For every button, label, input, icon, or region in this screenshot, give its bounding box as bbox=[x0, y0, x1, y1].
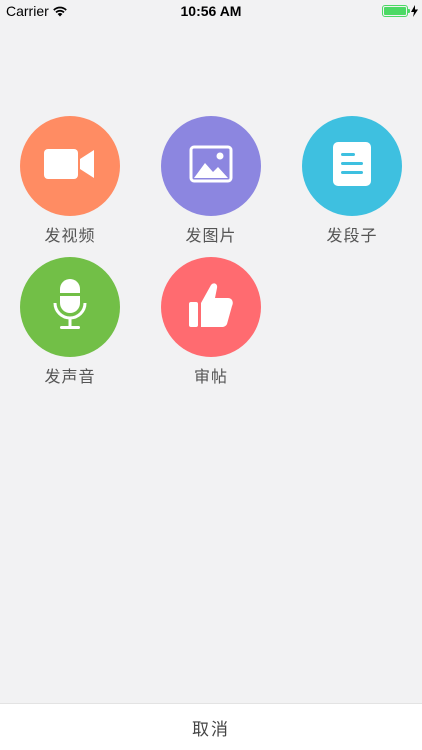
post-video-circle[interactable] bbox=[20, 116, 120, 216]
battery-level-fill bbox=[384, 7, 406, 15]
post-image-button[interactable]: 发图片 bbox=[161, 116, 261, 246]
post-video-button[interactable]: 发视频 bbox=[20, 116, 120, 246]
post-image-circle[interactable] bbox=[161, 116, 261, 216]
thumbs-up-icon bbox=[189, 282, 233, 332]
post-video-label: 发视频 bbox=[44, 226, 96, 245]
post-text-button[interactable]: 发段子 bbox=[302, 116, 402, 246]
cancel-label: 取消 bbox=[192, 719, 230, 740]
review-posts-circle[interactable] bbox=[161, 257, 261, 357]
post-audio-label: 发声音 bbox=[44, 367, 96, 386]
video-camera-icon bbox=[44, 147, 96, 185]
battery-tip bbox=[408, 9, 410, 13]
clock: 10:56 AM bbox=[180, 3, 242, 19]
post-image-label: 发图片 bbox=[185, 226, 237, 245]
cancel-button[interactable]: 取消 bbox=[0, 703, 422, 750]
microphone-icon bbox=[53, 279, 87, 335]
document-text-icon bbox=[333, 142, 371, 190]
status-bar: Carrier 10:56 AM bbox=[0, 0, 422, 22]
post-audio-button[interactable]: 发声音 bbox=[20, 257, 120, 387]
post-audio-circle[interactable] bbox=[20, 257, 120, 357]
post-text-label: 发段子 bbox=[326, 226, 378, 245]
post-text-circle[interactable] bbox=[302, 116, 402, 216]
review-posts-button[interactable]: 审帖 bbox=[161, 257, 261, 387]
charging-bolt-icon bbox=[411, 4, 418, 20]
review-posts-label: 审帖 bbox=[193, 367, 228, 386]
battery-icon bbox=[382, 5, 408, 17]
image-icon bbox=[189, 145, 233, 187]
